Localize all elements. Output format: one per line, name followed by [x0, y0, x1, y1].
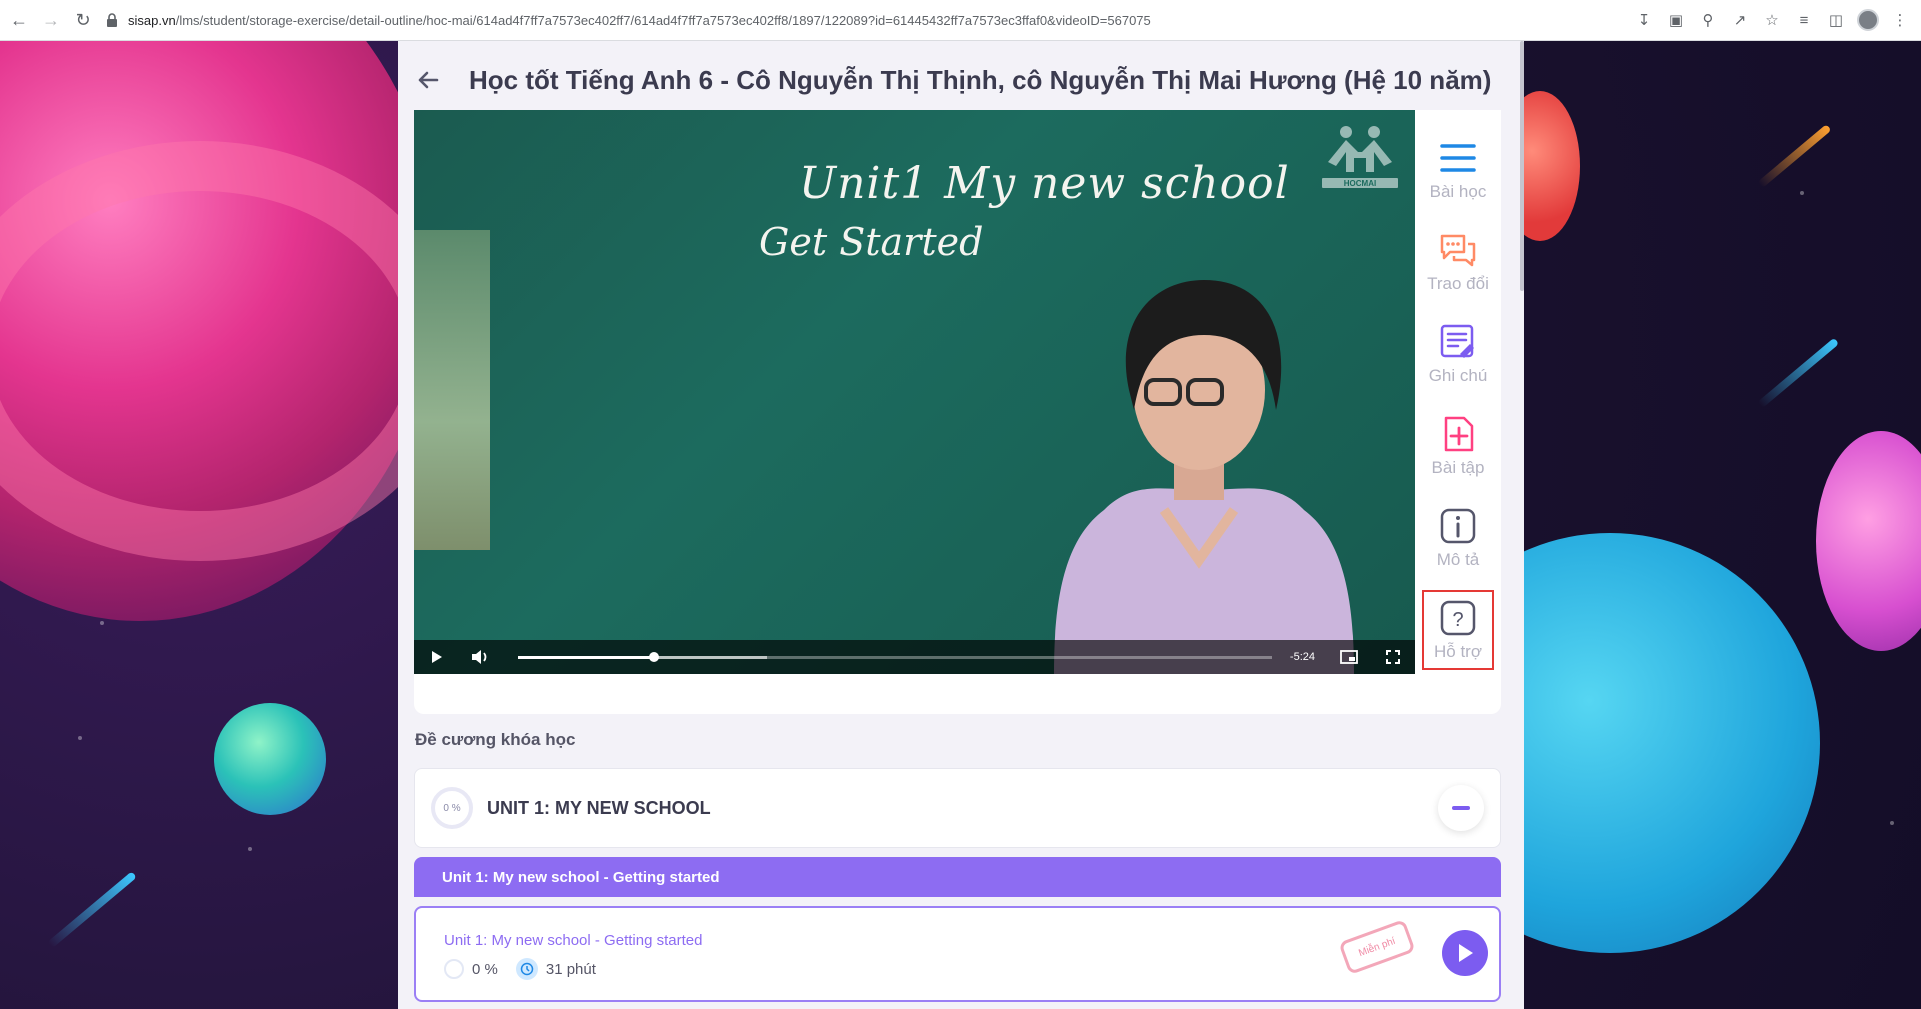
side-tool-label: Hỗ trợ: [1434, 642, 1482, 661]
url-path: /lms/student/storage-exercise/detail-out…: [175, 12, 1151, 28]
video-progress-bar[interactable]: [518, 651, 1272, 662]
install-icon[interactable]: ↧: [1633, 9, 1655, 31]
video-controls: -5:24: [414, 640, 1415, 674]
side-tool-label: Bài học: [1429, 182, 1487, 201]
video-progress-knob[interactable]: [648, 651, 659, 662]
side-tool-label: Bài tập: [1431, 458, 1485, 477]
board-text-title: Unit1 My new school: [799, 158, 1290, 209]
side-tool-mo-ta[interactable]: Mô tả: [1415, 498, 1501, 590]
chat-icon: [1440, 234, 1476, 267]
zoom-icon[interactable]: ⚲: [1697, 9, 1719, 31]
side-tool-trao-doi[interactable]: Trao đổi: [1415, 222, 1501, 314]
free-badge: Miễn phí: [1338, 919, 1416, 975]
progress-circle-icon: [444, 959, 464, 979]
section-label: Đề cương khóa học: [415, 730, 576, 749]
video-played-bar: [518, 655, 654, 659]
page-scrollbar[interactable]: [1520, 41, 1524, 291]
lesson-card[interactable]: Unit 1: My new school - Getting started …: [414, 906, 1501, 1002]
url-host: sisap.vn: [128, 12, 176, 28]
unit-title: UNIT 1: MY NEW SCHOOL: [487, 797, 711, 818]
share-icon[interactable]: ↗: [1729, 9, 1751, 31]
lesson-meta: 0 % 31 phút: [444, 958, 596, 980]
unit-card[interactable]: 0 % UNIT 1: MY NEW SCHOOL: [414, 768, 1501, 848]
lesson-progress: 0 %: [472, 960, 498, 978]
clock-icon: [515, 958, 538, 980]
time-remaining: -5:24: [1289, 651, 1315, 663]
reload-icon[interactable]: ↻: [70, 7, 96, 33]
lesson-group-title: Unit 1: My new school - Getting started: [442, 868, 720, 886]
reading-list-icon[interactable]: ≡: [1793, 9, 1815, 31]
avatar[interactable]: [1857, 9, 1879, 31]
pink-planet-illustration: [1816, 431, 1921, 651]
side-tool-label: Mô tả: [1436, 550, 1480, 569]
collapse-button[interactable]: [1438, 785, 1484, 831]
classroom-poster: [414, 230, 490, 550]
back-arrow-icon[interactable]: [415, 67, 441, 93]
menu-icon: [1440, 144, 1476, 172]
side-tool-bai-hoc[interactable]: Bài học: [1415, 130, 1501, 222]
comet-illustration: [1757, 124, 1832, 189]
star-illustration: [248, 847, 252, 851]
side-tool-ghi-chu[interactable]: Ghi chú: [1415, 314, 1501, 406]
address-bar[interactable]: sisap.vn/lms/student/storage-exercise/de…: [106, 4, 1633, 36]
add-file-icon: [1444, 416, 1474, 452]
note-icon: [1440, 324, 1474, 358]
side-tools-panel: Bài học Trao đổi Ghi chú Bài tập Mô tả ?…: [1415, 110, 1501, 674]
star-illustration: [1800, 191, 1804, 195]
fullscreen-icon[interactable]: [1371, 640, 1415, 674]
lesson-duration: 31 phút: [545, 960, 596, 978]
side-tool-bai-tap[interactable]: Bài tập: [1415, 406, 1501, 498]
lesson-group-header[interactable]: Unit 1: My new school - Getting started: [414, 857, 1501, 897]
lock-icon: [107, 13, 117, 27]
side-tool-label: Ghi chú: [1428, 366, 1488, 385]
info-icon: [1440, 508, 1476, 544]
forward-icon[interactable]: →: [38, 7, 64, 33]
side-tool-label: Trao đổi: [1427, 274, 1489, 293]
star-illustration: [78, 736, 82, 740]
more-icon[interactable]: ⋮: [1889, 9, 1911, 31]
play-icon[interactable]: [414, 640, 458, 674]
video-player[interactable]: Unit1 My new school Get Started HOCMAI: [414, 110, 1415, 674]
unit-progress-ring: 0 %: [431, 787, 473, 829]
green-orb-illustration: [214, 703, 326, 815]
hocmai-logo: HOCMAI: [1322, 126, 1398, 188]
volume-icon[interactable]: [458, 640, 502, 674]
play-icon: [1459, 944, 1473, 962]
star-illustration: [100, 621, 104, 625]
minus-icon: [1452, 806, 1470, 810]
comet-illustration: [47, 871, 137, 949]
svg-text:?: ?: [1452, 609, 1463, 631]
board-text-subtitle: Get Started: [759, 220, 984, 264]
teacher-figure: [1054, 280, 1354, 674]
title-row: Học tốt Tiếng Anh 6 - Cô Nguyễn Thị Thịn…: [415, 60, 1491, 100]
back-icon[interactable]: ←: [6, 7, 32, 33]
comet-illustration: [1757, 337, 1840, 409]
picture-in-picture-icon[interactable]: [1327, 640, 1371, 674]
play-lesson-button[interactable]: [1442, 930, 1488, 976]
bookmark-star-icon[interactable]: ☆: [1761, 9, 1783, 31]
side-panel-icon[interactable]: ◫: [1825, 9, 1847, 31]
logo-text: HOCMAI: [1344, 179, 1376, 188]
side-tool-ho-tro[interactable]: ? Hỗ trợ: [1422, 590, 1494, 670]
browser-toolbar: ← → ↻ sisap.vn/lms/student/storage-exerc…: [0, 0, 1921, 41]
lesson-title[interactable]: Unit 1: My new school - Getting started: [444, 932, 702, 949]
translate-icon[interactable]: ▣: [1665, 9, 1687, 31]
help-icon: ?: [1440, 600, 1476, 636]
page-title: Học tốt Tiếng Anh 6 - Cô Nguyễn Thị Thịn…: [469, 64, 1492, 95]
star-illustration: [1890, 821, 1894, 825]
